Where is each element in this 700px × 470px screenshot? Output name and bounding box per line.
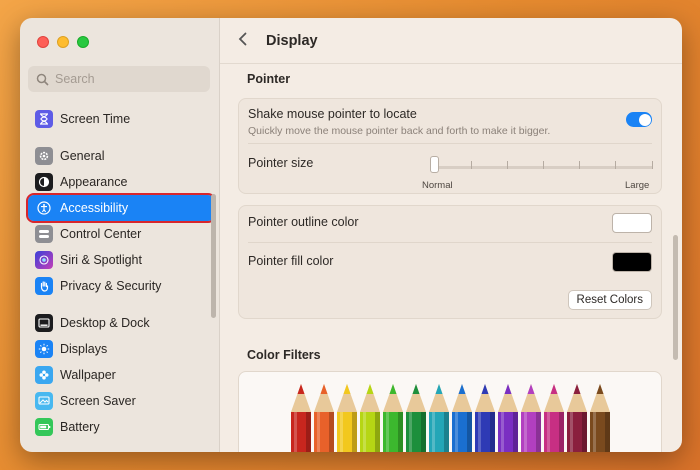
sidebar-item-screen-time[interactable]: Screen Time — [28, 106, 214, 132]
page-title: Display — [266, 32, 318, 49]
chevron-left-icon — [238, 32, 247, 46]
main-pane: Display Pointer Shake mouse pointer to l… — [220, 18, 682, 452]
sidebar-item-label: Screen Saver — [60, 394, 136, 408]
search-input[interactable]: Search — [28, 66, 210, 92]
sidebar-item-label: Displays — [60, 342, 108, 356]
pencil — [314, 384, 334, 452]
sidebar-item-label: General — [60, 149, 105, 163]
battery-icon — [35, 418, 53, 436]
accessibility-icon — [35, 199, 53, 217]
sidebar-item-appearance[interactable]: Appearance — [28, 169, 214, 195]
close-button[interactable] — [37, 36, 49, 48]
sidebar-item-privacy-security[interactable]: Privacy & Security — [28, 273, 214, 299]
control-center-icon — [35, 225, 53, 243]
sidebar-item-label: Control Center — [60, 227, 142, 241]
slider-min-label: Normal — [422, 180, 453, 191]
pencil — [337, 384, 357, 452]
pencil — [291, 384, 311, 452]
divider — [248, 143, 652, 144]
hourglass-icon — [35, 110, 53, 128]
main-scrollbar[interactable] — [673, 235, 678, 360]
siri-icon — [35, 251, 53, 269]
sidebar-group-3: Desktop & Dock Displays Wallpaper Screen… — [28, 310, 214, 440]
sidebar-item-label: Wallpaper — [60, 368, 116, 382]
sidebar-item-label: Battery — [60, 420, 100, 434]
color-filters-heading: Color Filters — [247, 348, 321, 362]
pointer-size-slider[interactable] — [435, 166, 653, 169]
search-icon — [36, 73, 49, 86]
sidebar-item-battery[interactable]: Battery — [28, 414, 214, 440]
shake-pointer-toggle[interactable] — [626, 112, 652, 127]
sidebar-item-accessibility[interactable]: Accessibility — [26, 193, 216, 223]
pencil — [544, 384, 564, 452]
sidebar-item-control-center[interactable]: Control Center — [28, 221, 214, 247]
dock-icon — [35, 314, 53, 332]
sidebar-item-label: Siri & Spotlight — [60, 253, 142, 267]
shake-pointer-label: Shake mouse pointer to locate — [248, 107, 417, 121]
pencil — [590, 384, 610, 452]
hand-icon — [35, 277, 53, 295]
pencil — [475, 384, 495, 452]
sidebar-item-wallpaper[interactable]: Wallpaper — [28, 362, 214, 388]
toolbar: Display — [220, 18, 682, 64]
outline-color-label: Pointer outline color — [248, 215, 359, 229]
search-placeholder: Search — [55, 72, 95, 86]
shake-pointer-description: Quickly move the mouse pointer back and … — [248, 125, 551, 137]
slider-tick — [579, 161, 580, 169]
sidebar-group-1: Screen Time — [28, 106, 214, 132]
sidebar-item-label: Desktop & Dock — [60, 316, 150, 330]
pointer-color-card: Pointer outline color Pointer fill color… — [238, 205, 662, 319]
fill-color-well[interactable] — [612, 252, 652, 272]
pointer-heading: Pointer — [247, 72, 291, 86]
sidebar: Search Screen Time General Appearance Ac… — [20, 18, 220, 452]
zoom-button[interactable] — [77, 36, 89, 48]
pencil — [567, 384, 587, 452]
sidebar-item-displays[interactable]: Displays — [28, 336, 214, 362]
slider-tick — [471, 161, 472, 169]
pointer-size-slider-knob[interactable] — [430, 156, 439, 173]
slider-tick — [615, 161, 616, 169]
slider-tick — [507, 161, 508, 169]
sidebar-item-desktop-dock[interactable]: Desktop & Dock — [28, 310, 214, 336]
minimize-button[interactable] — [57, 36, 69, 48]
pencil — [429, 384, 449, 452]
slider-max-label: Large — [625, 180, 650, 191]
reset-colors-button[interactable]: Reset Colors — [567, 290, 652, 310]
flower-icon — [35, 366, 53, 384]
sidebar-item-siri-spotlight[interactable]: Siri & Spotlight — [28, 247, 214, 273]
sidebar-item-label: Accessibility — [60, 201, 129, 215]
pointer-size-label: Pointer size — [248, 156, 314, 170]
pencil — [498, 384, 518, 452]
pencil — [452, 384, 472, 452]
pencil — [521, 384, 541, 452]
outline-color-well[interactable] — [612, 213, 652, 233]
sidebar-scrollbar[interactable] — [211, 194, 216, 318]
color-filter-preview — [238, 371, 662, 452]
divider — [248, 242, 652, 243]
colored-pencils-image — [291, 384, 610, 452]
pointer-settings-card: Shake mouse pointer to locate Quickly mo… — [238, 98, 662, 194]
sidebar-item-label: Appearance — [60, 175, 128, 189]
slider-tick — [543, 161, 544, 169]
pencil — [360, 384, 380, 452]
fill-color-label: Pointer fill color — [248, 254, 334, 268]
window-controls — [37, 36, 89, 48]
sidebar-item-label: Privacy & Security — [60, 279, 162, 293]
pencil — [383, 384, 403, 452]
sidebar-group-2: General Appearance Accessibility Control… — [26, 143, 216, 299]
back-button[interactable] — [238, 30, 248, 51]
sun-icon — [35, 340, 53, 358]
settings-window: Search Screen Time General Appearance Ac… — [20, 18, 682, 452]
slider-tick — [652, 161, 653, 169]
sidebar-item-screen-saver[interactable]: Screen Saver — [28, 388, 214, 414]
appearance-icon — [35, 173, 53, 191]
gear-icon — [35, 147, 53, 165]
pencil — [406, 384, 426, 452]
screen-saver-icon — [35, 392, 53, 410]
sidebar-item-general[interactable]: General — [28, 143, 214, 169]
sidebar-item-label: Screen Time — [60, 112, 131, 126]
